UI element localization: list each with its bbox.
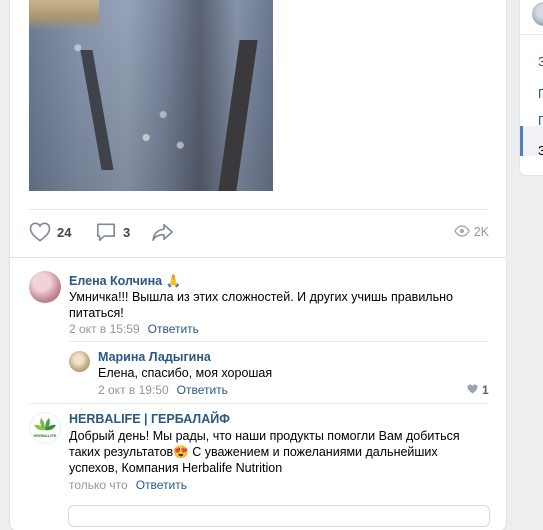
comment-time[interactable]: только что [69,478,128,492]
like-count: 24 [57,224,72,240]
post-actions: 24 3 2K [29,217,489,247]
views-counter: 2K [453,217,489,247]
comment-author[interactable]: Елена Колчина 🙏 [69,274,181,289]
herbalife-logo-text: HERBALIFE [34,433,57,438]
share-button[interactable] [151,217,175,247]
reply-link[interactable]: Ответить [177,383,228,397]
herbalife-leaf-icon: HERBALIFE [34,418,57,438]
heart-icon [29,222,51,242]
divider [29,209,487,210]
sidebar-active-marker [520,126,523,156]
comment-text: Елена, спасибо, моя хорошая [98,366,273,380]
comment-like-count: 1 [482,383,489,397]
divider [10,257,506,258]
views-count: 2K [473,225,489,239]
reply-link[interactable]: Ответить [136,478,187,492]
sidebar-item[interactable]: Г [538,86,543,101]
avatar[interactable] [532,2,543,26]
comment-author[interactable]: HERBALIFE | ГЕРБАЛАЙФ [69,412,230,426]
sidebar-item[interactable]: З [538,54,543,69]
comment-text: Умничка!!! Вышла из этих сложностей. И д… [69,290,453,320]
photo-detail [218,40,258,191]
comment-text: Добрый день! Мы рады, что наши продукты … [69,429,460,475]
comment-meta: только что Ответить [69,478,187,492]
photo-detail [80,50,114,170]
avatar[interactable] [69,351,90,372]
like-button[interactable]: 24 [29,217,71,247]
photo-detail [29,0,99,30]
comment-input[interactable] [68,505,490,527]
post-photo[interactable] [29,0,273,191]
small-heart-icon [467,383,478,397]
divider [29,403,487,404]
comment-count: 3 [123,224,131,240]
reply-link[interactable]: Ответить [148,322,199,336]
sidebar-item[interactable]: Г [538,113,543,128]
right-sidebar: З Г Г З [520,0,543,175]
sidebar-item-active[interactable]: З [538,143,543,158]
avatar[interactable]: HERBALIFE [29,412,61,444]
divider [69,341,487,342]
comment-button[interactable]: 3 [95,217,130,247]
comment-meta: 2 окт в 19:50 Ответить [98,383,228,397]
comment-author[interactable]: Марина Ладыгина [98,350,211,364]
avatar[interactable] [29,271,61,303]
eye-icon [453,224,470,240]
divider [520,34,543,35]
comment-icon [95,222,117,242]
comment-meta: 2 окт в 15:59 Ответить [69,322,199,336]
comment-like-button[interactable]: 1 [467,383,489,397]
comment-time[interactable]: 2 окт в 19:50 [98,383,169,397]
comment-time[interactable]: 2 окт в 15:59 [69,322,140,336]
share-icon [151,222,175,242]
